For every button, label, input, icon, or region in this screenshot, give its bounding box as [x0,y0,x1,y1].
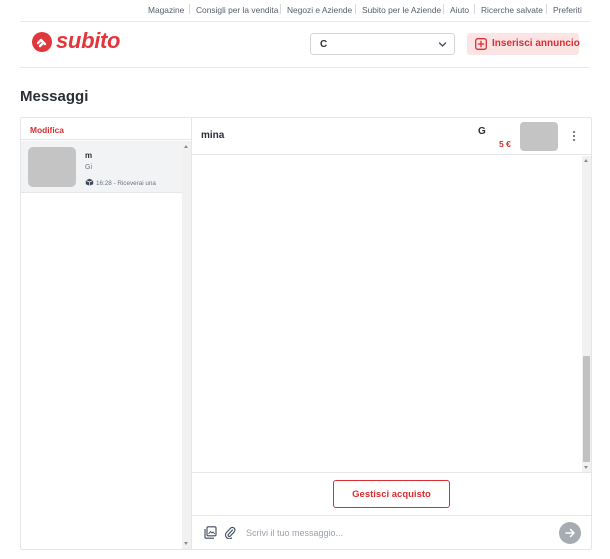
plus-square-icon [475,38,487,50]
conversation-thumbnail [28,147,76,187]
manage-purchase-button[interactable]: Gestisci acquisto [333,480,450,508]
page-title: Messaggi [20,88,89,105]
scroll-up-arrow-icon[interactable] [584,159,588,162]
scroll-down-arrow-icon[interactable] [184,542,188,545]
chevron-down-icon [438,42,447,47]
chat-scrollbar-thumb[interactable] [583,356,590,462]
logo-badge-icon[interactable] [32,32,52,52]
top-link-aiuto[interactable]: Aiuto [450,5,469,15]
header-divider [20,67,590,68]
chat-title: mina [201,130,225,141]
chat-messages-area [192,156,582,472]
conversation-meta-text: 16:28 - Riceverai una [96,180,156,187]
top-divider [20,21,590,22]
top-link-subito-aziende[interactable]: Subito per le Aziende [362,5,441,15]
top-link-separator [443,4,444,14]
manage-purchase-label: Gestisci acquisto [352,489,431,500]
package-icon [85,178,94,186]
ad-price: 5 € [499,139,511,149]
top-link-ricerche-salvate[interactable]: Ricerche salvate [481,5,543,15]
top-link-separator [474,4,475,14]
more-options-icon[interactable] [572,131,576,143]
ad-thumbnail[interactable] [520,122,558,151]
top-link-negozi[interactable]: Negozi e Aziende [287,5,352,15]
top-link-separator [280,4,281,14]
top-link-consigli[interactable]: Consigli per la vendita [196,5,278,15]
top-link-separator [355,4,356,14]
conversation-subtitle: Gi [85,164,92,171]
send-button[interactable] [559,522,581,544]
top-link-magazine[interactable]: Magazine [148,5,184,15]
messages-panel: Modifica m Gi 16:28 - Riceverai una mina… [20,117,592,550]
message-input[interactable] [246,524,546,542]
edit-button[interactable]: Modifica [30,125,64,135]
logo-wordmark[interactable]: subito [56,28,121,54]
conversation-item[interactable]: m Gi 16:28 - Riceverai una [21,141,182,193]
top-link-preferiti[interactable]: Preferiti [553,5,582,15]
top-link-separator [546,4,547,14]
top-links-bar: Magazine Consigli per la vendita Negozi … [0,0,610,20]
chat-divider [192,472,591,473]
category-select[interactable]: C [310,33,455,55]
chat-pane: mina G 5 € Gestisci acquisto [192,118,591,549]
conversation-meta: 16:28 - Riceverai una [85,178,156,187]
paperclip-icon[interactable] [224,526,236,539]
scroll-up-arrow-icon[interactable] [184,145,188,148]
top-link-separator [189,4,190,14]
arrow-right-icon [565,528,575,538]
chat-header: mina G 5 € [192,118,591,155]
conversation-list-header: Modifica [21,118,192,140]
chat-scrollbar[interactable] [582,156,591,472]
image-gallery-icon[interactable] [204,526,217,539]
conversation-name: m [85,151,93,160]
insert-ad-label: Inserisci annuncio [492,38,580,49]
conversation-list-scrollbar[interactable] [182,141,191,549]
category-select-value: C [320,39,328,50]
ad-title[interactable]: G [478,126,486,137]
message-composer [192,515,591,549]
insert-ad-button[interactable]: Inserisci annuncio [467,33,580,55]
conversation-list: Modifica m Gi 16:28 - Riceverai una [21,118,192,549]
scroll-down-arrow-icon[interactable] [584,466,588,469]
